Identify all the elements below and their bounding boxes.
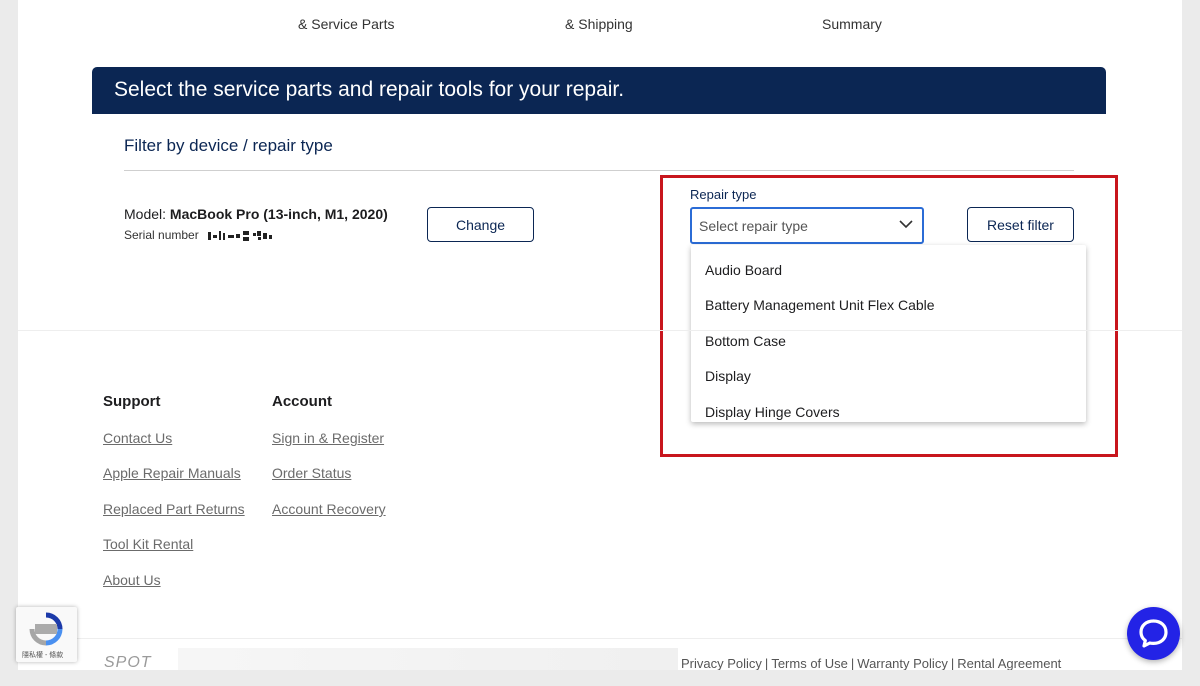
section-divider bbox=[18, 330, 1182, 331]
legal-links: Privacy Policy | Terms of Use | Warranty Pol… bbox=[681, 656, 1062, 670]
step-label-shipping: & Shipping bbox=[565, 16, 633, 32]
dropdown-option[interactable]: Display Hinge Covers bbox=[705, 404, 840, 420]
footer-link-tool-kit-rental[interactable]: Tool Kit Rental bbox=[103, 536, 193, 552]
step-label-summary: Summary bbox=[822, 16, 882, 32]
repair-type-select-value: Select repair type bbox=[699, 218, 808, 234]
footer-link-about-us[interactable]: About Us bbox=[103, 572, 161, 588]
model-value: MacBook Pro (13-inch, M1, 2020) bbox=[169, 206, 388, 222]
filter-divider bbox=[124, 170, 1074, 171]
legal-link-rental[interactable]: Rental Agreement bbox=[957, 656, 1061, 670]
footer-divider bbox=[18, 638, 1182, 639]
banner-title: Select the service parts and repair tool… bbox=[114, 78, 625, 101]
serial-label: Serial number bbox=[124, 228, 199, 242]
dropdown-option[interactable]: Battery Management Unit Flex Cable bbox=[705, 297, 935, 313]
serial-redacted-icon bbox=[208, 230, 273, 241]
repair-type-dropdown: Audio Board Battery Management Unit Flex… bbox=[691, 245, 1086, 422]
change-device-button[interactable]: Change bbox=[427, 207, 534, 242]
repair-type-select[interactable]: Select repair type bbox=[690, 207, 924, 244]
dropdown-option[interactable]: Display bbox=[705, 368, 751, 384]
footer-link-sign-in[interactable]: Sign in & Register bbox=[272, 430, 384, 446]
page: & Service Parts & Shipping Summary Selec… bbox=[18, 0, 1182, 670]
legal-link-warranty[interactable]: Warranty Policy bbox=[857, 656, 948, 670]
recaptcha-badge[interactable]: 隱私權 - 條款 bbox=[16, 607, 77, 662]
filter-title: Filter by device / repair type bbox=[124, 136, 333, 155]
legal-link-privacy[interactable]: Privacy Policy bbox=[681, 656, 762, 670]
chat-button[interactable] bbox=[1127, 607, 1180, 660]
footer-heading-support: Support bbox=[103, 393, 161, 410]
reset-filter-button[interactable]: Reset filter bbox=[967, 207, 1074, 242]
chat-bubble-icon bbox=[1139, 619, 1168, 648]
recaptcha-terms[interactable]: 隱私權 - 條款 bbox=[22, 650, 63, 660]
section-banner: Select the service parts and repair tool… bbox=[92, 67, 1106, 114]
model-info: Model: MacBook Pro (13-inch, M1, 2020) bbox=[124, 206, 388, 222]
dropdown-option[interactable]: Bottom Case bbox=[705, 333, 786, 349]
footer-fade bbox=[178, 648, 678, 670]
footer-link-contact-us[interactable]: Contact Us bbox=[103, 430, 172, 446]
repair-type-label: Repair type bbox=[690, 187, 757, 202]
footer-link-repair-manuals[interactable]: Apple Repair Manuals bbox=[103, 465, 241, 481]
dropdown-option[interactable]: Audio Board bbox=[705, 262, 782, 278]
chevron-down-icon bbox=[899, 220, 913, 229]
footer-link-order-status[interactable]: Order Status bbox=[272, 465, 351, 481]
footer-heading-account: Account bbox=[272, 393, 332, 410]
serial-info: Serial number bbox=[124, 228, 284, 242]
model-label: Model: bbox=[124, 206, 167, 222]
footer-link-part-returns[interactable]: Replaced Part Returns bbox=[103, 501, 245, 517]
footer-link-account-recovery[interactable]: Account Recovery bbox=[272, 501, 386, 517]
recaptcha-icon bbox=[29, 612, 63, 646]
footer-logo[interactable]: SPOT bbox=[104, 654, 152, 670]
step-label-service-parts: & Service Parts bbox=[298, 16, 395, 32]
legal-link-terms[interactable]: Terms of Use bbox=[771, 656, 848, 670]
